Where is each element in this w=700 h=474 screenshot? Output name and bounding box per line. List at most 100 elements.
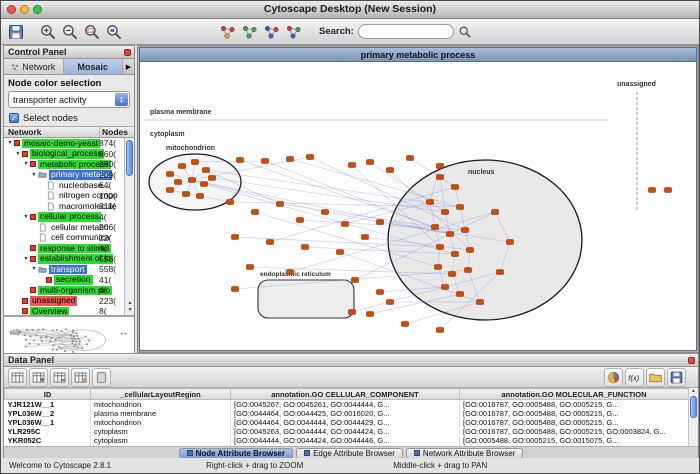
network-node[interactable]: [465, 268, 472, 273]
network-node[interactable]: [367, 160, 374, 165]
network-node[interactable]: [437, 328, 444, 333]
tree-item[interactable]: ▼metabolic process280(: [4, 159, 134, 170]
disclosure-triangle-icon[interactable]: ▼: [14, 151, 22, 157]
network-node[interactable]: [377, 220, 384, 225]
node-color-dropdown[interactable]: transporter activity ▲▼: [8, 91, 130, 108]
hide-selected-nodes-icon[interactable]: [217, 21, 239, 43]
tree-item[interactable]: response to stimul4(: [4, 243, 134, 254]
network-node[interactable]: [442, 210, 449, 215]
close-panel-icon[interactable]: [124, 49, 131, 56]
table-row[interactable]: YDR039C__1mitochondrion[GO:0044464, GO:0…: [5, 445, 689, 446]
function-builder-icon[interactable]: f(x): [625, 368, 644, 387]
network-node[interactable]: [387, 168, 394, 173]
birdseye-overview[interactable]: [4, 316, 134, 354]
network-node[interactable]: [349, 310, 356, 315]
tree-item[interactable]: cellular metabo206(: [4, 222, 134, 233]
network-node[interactable]: [175, 180, 182, 185]
network-node[interactable]: [247, 265, 254, 270]
chart-icon[interactable]: [604, 368, 623, 387]
network-node[interactable]: [203, 168, 210, 173]
network-node[interactable]: [227, 200, 234, 205]
network-canvas[interactable]: plasma membranecytoplasmmitochondrionnuc…: [140, 62, 696, 350]
network-node[interactable]: [402, 322, 409, 327]
table-row[interactable]: YPL036W__2plasma membrane[GO:0044464, GO…: [5, 409, 689, 418]
network-node[interactable]: [232, 287, 239, 292]
table-row[interactable]: YJR121W__1mitochondrion[GO:0045267, GO:0…: [5, 400, 689, 410]
tab-network[interactable]: path d="M4.5 5.5L13 6.5M4.5 5.5L8 13M13 …: [4, 59, 64, 74]
tree-scrollbar[interactable]: ▲▼: [124, 138, 134, 316]
network-node[interactable]: [267, 240, 274, 245]
import-attributes-icon[interactable]: [646, 368, 665, 387]
network-node[interactable]: [349, 163, 356, 168]
network-node[interactable]: [337, 250, 344, 255]
table-column-header[interactable]: annotation.GO CELLULAR_COMPONENT: [231, 389, 460, 400]
network-node[interactable]: [237, 158, 244, 163]
create-network-from-selection-icon[interactable]: [239, 21, 261, 43]
tree-item[interactable]: secretion41(: [4, 275, 134, 286]
zoom-in-icon[interactable]: [37, 21, 59, 43]
network-node[interactable]: [252, 210, 259, 215]
tree-item[interactable]: multi-organism pro4(: [4, 285, 134, 296]
tab-mosaic[interactable]: Mosaic: [64, 59, 124, 74]
annotation-icon[interactable]: [261, 21, 283, 43]
zoom-selected-icon[interactable]: [81, 21, 103, 43]
network-node[interactable]: [437, 164, 444, 169]
network-node[interactable]: [497, 270, 504, 275]
network-node[interactable]: [435, 265, 442, 270]
save-icon[interactable]: [5, 21, 27, 43]
tab-edge-attribute-browser[interactable]: Edge Attribute Browser: [296, 448, 403, 459]
table-scrollbar[interactable]: ▲: [688, 388, 698, 446]
close-window-icon[interactable]: [7, 5, 16, 14]
tree-item[interactable]: cell communica22(: [4, 233, 134, 244]
network-node[interactable]: [367, 312, 374, 317]
tree-item[interactable]: ▼primary metabo209(: [4, 170, 134, 181]
network-node[interactable]: [262, 159, 269, 164]
disclosure-triangle-icon[interactable]: ▼: [30, 266, 38, 272]
delete-attribute-icon[interactable]: [50, 368, 69, 387]
search-options-icon[interactable]: [456, 23, 474, 41]
disclosure-triangle-icon[interactable]: ▼: [22, 161, 30, 167]
search-input[interactable]: [358, 24, 454, 39]
network-node[interactable]: [427, 200, 434, 205]
tree-item[interactable]: macromolecule311(: [4, 201, 134, 212]
network-node[interactable]: [457, 292, 464, 297]
tree-item[interactable]: ▼establishment of lo558(: [4, 254, 134, 265]
network-node[interactable]: [447, 232, 454, 237]
network-node[interactable]: [192, 160, 199, 165]
network-node[interactable]: [507, 240, 514, 245]
tree-item[interactable]: Overview8(: [4, 306, 134, 316]
tree-item[interactable]: nucleobase...64(: [4, 180, 134, 191]
tree-column-network[interactable]: Network: [4, 127, 100, 137]
tree-item[interactable]: ▼cellular process4(: [4, 212, 134, 223]
minimize-window-icon[interactable]: [20, 5, 29, 14]
network-node[interactable]: [467, 248, 474, 253]
network-node[interactable]: [322, 210, 329, 215]
tab-overflow-arrow-icon[interactable]: ▶: [123, 59, 134, 74]
network-node[interactable]: [452, 185, 459, 190]
tab-node-attribute-browser[interactable]: Node Attribute Browser: [179, 448, 294, 459]
network-node[interactable]: [432, 225, 439, 230]
network-node[interactable]: [189, 178, 196, 183]
network-node[interactable]: [462, 228, 469, 233]
network-node[interactable]: [665, 188, 672, 193]
network-node[interactable]: [442, 285, 449, 290]
network-node[interactable]: [407, 156, 414, 161]
network-node[interactable]: [449, 272, 456, 277]
network-node[interactable]: [437, 175, 444, 180]
network-node[interactable]: [302, 245, 309, 250]
table-column-header[interactable]: annotation.GO MOLECULAR_FUNCTION: [460, 389, 689, 400]
disclosure-triangle-icon[interactable]: ▼: [22, 214, 30, 220]
maximize-window-icon[interactable]: [33, 5, 42, 14]
table-row[interactable]: YKR052Ccytoplasm[GO:0044444, GO:0044424,…: [5, 436, 689, 445]
network-node[interactable]: [492, 210, 499, 215]
save-attributes-icon[interactable]: [667, 368, 686, 387]
trash-icon[interactable]: [92, 368, 111, 387]
network-node[interactable]: [197, 194, 204, 199]
network-node[interactable]: [342, 222, 349, 227]
select-attributes-icon[interactable]: [8, 368, 27, 387]
table-scrollbar-thumb[interactable]: [690, 396, 697, 418]
table-column-header[interactable]: ID: [5, 389, 91, 400]
network-node[interactable]: [307, 155, 314, 160]
network-window-title[interactable]: primary metabolic process: [140, 48, 696, 62]
tree-item[interactable]: unassigned223(: [4, 296, 134, 307]
